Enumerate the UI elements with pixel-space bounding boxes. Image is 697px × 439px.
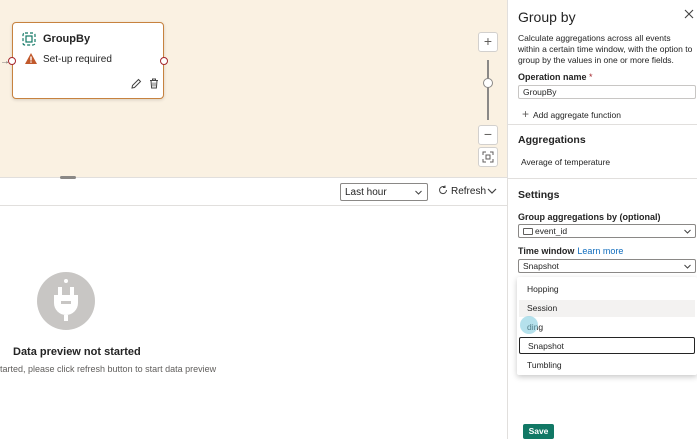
learn-more-link[interactable]: Learn more <box>577 246 623 256</box>
option-snapshot[interactable]: Snapshot <box>519 337 695 354</box>
panel-title: Group by <box>518 9 576 25</box>
chevron-down-icon[interactable] <box>487 187 497 195</box>
time-window-dropdown: Hopping Session ding Snapshot Tumbling <box>517 277 697 375</box>
chevron-down-icon <box>684 264 691 269</box>
node-title: GroupBy <box>43 33 91 45</box>
edit-icon[interactable] <box>131 78 142 89</box>
fit-view-icon <box>482 151 494 163</box>
groupby-icon <box>22 32 36 46</box>
refresh-label: Refresh <box>451 186 487 197</box>
option-hopping[interactable]: Hopping <box>519 281 695 298</box>
option-tumbling[interactable]: Tumbling <box>519 357 695 374</box>
zoom-in-button[interactable]: + <box>478 32 498 52</box>
pointer-cursor-icon <box>520 316 538 334</box>
option-session[interactable]: Session <box>519 300 695 317</box>
refresh-button[interactable]: Refresh <box>438 185 486 197</box>
pipeline-canvas[interactable]: → GroupBy Set-up required + − <box>0 0 507 179</box>
option-sliding[interactable]: ding <box>519 319 695 336</box>
save-button[interactable]: Save <box>523 424 554 439</box>
field-icon <box>523 228 533 235</box>
aggregations-title: Aggregations <box>518 134 586 146</box>
chevron-down-icon <box>684 229 691 234</box>
fit-view-button[interactable] <box>478 147 498 167</box>
operation-name-input[interactable]: GroupBy <box>518 85 696 99</box>
group-by-label: Group aggregations by (optional) <box>518 212 661 222</box>
groupby-settings-panel: Group by Calculate aggregations across a… <box>507 0 697 439</box>
zoom-slider-track[interactable] <box>487 60 489 120</box>
group-by-select[interactable]: event_id <box>518 224 696 238</box>
zoom-out-button[interactable]: − <box>478 125 498 145</box>
operation-name-label: Operation name * <box>518 72 593 82</box>
refresh-icon <box>439 185 448 195</box>
time-range-value: Last hour <box>345 187 387 198</box>
panel-description: Calculate aggregations across all events… <box>518 33 693 65</box>
chevron-down-icon <box>415 190 422 195</box>
empty-state-title: Data preview not started <box>13 346 141 358</box>
settings-title: Settings <box>518 189 560 201</box>
time-window-label: Time window Learn more <box>518 246 624 256</box>
empty-state-description: tarted, please click refresh button to s… <box>0 364 217 374</box>
node-status: Set-up required <box>43 54 112 65</box>
warning-icon <box>25 53 37 64</box>
aggregation-item[interactable]: Average of temperature <box>521 157 610 167</box>
add-aggregate-function-button[interactable]: + Add aggregate function <box>522 107 621 121</box>
plug-illustration-icon <box>37 272 95 330</box>
delete-icon[interactable] <box>149 78 159 89</box>
time-range-select[interactable]: Last hour <box>340 183 428 201</box>
preview-toolbar: Last hour Refresh <box>0 179 507 206</box>
close-icon[interactable] <box>684 9 694 19</box>
zoom-slider-thumb[interactable] <box>483 78 493 88</box>
time-window-select[interactable]: Snapshot <box>518 259 696 273</box>
output-port[interactable] <box>160 57 168 65</box>
input-port[interactable] <box>8 57 16 65</box>
divider <box>508 124 697 125</box>
groupby-node[interactable]: GroupBy Set-up required <box>8 22 168 99</box>
divider <box>508 178 697 179</box>
plus-icon: + <box>522 107 530 121</box>
